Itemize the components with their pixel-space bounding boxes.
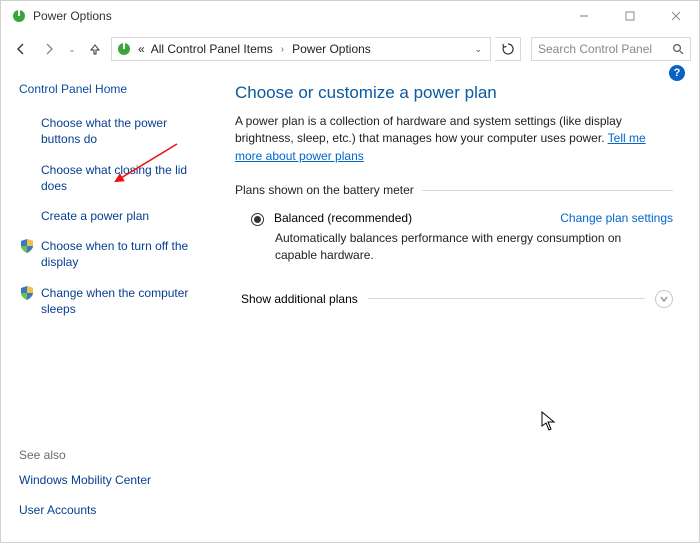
window-title: Power Options	[33, 9, 112, 23]
see-also-user-accounts[interactable]: User Accounts	[19, 502, 96, 518]
page-title: Choose or customize a power plan	[235, 83, 673, 103]
maximize-button[interactable]	[607, 1, 653, 31]
chevron-right-icon: ›	[279, 44, 286, 55]
sidebar-item-closing-lid[interactable]: Choose what closing the lid does	[41, 162, 209, 194]
minimize-button[interactable]	[561, 1, 607, 31]
search-placeholder: Search Control Panel	[538, 42, 652, 56]
breadcrumb-item[interactable]: All Control Panel Items	[151, 42, 273, 56]
power-icon	[116, 41, 132, 57]
address-toolbar: ⌄ « All Control Panel Items › Power Opti…	[1, 31, 699, 67]
page-description: A power plan is a collection of hardware…	[235, 113, 673, 165]
sidebar-item-power-buttons[interactable]: Choose what the power buttons do	[41, 115, 209, 147]
search-input[interactable]: Search Control Panel	[531, 37, 691, 61]
shield-icon	[19, 285, 35, 317]
change-plan-settings-link[interactable]: Change plan settings	[560, 211, 673, 225]
address-dropdown[interactable]: ⌄	[470, 44, 486, 55]
description-text: A power plan is a collection of hardware…	[235, 114, 622, 145]
sidebar-item-turn-off-display[interactable]: Choose when to turn off the display	[41, 238, 209, 270]
see-also-header: See also	[19, 448, 209, 462]
balanced-plan-description: Automatically balances performance with …	[275, 230, 635, 264]
forward-button[interactable]	[37, 37, 61, 61]
control-panel-home-link[interactable]: Control Panel Home	[19, 81, 209, 97]
balanced-plan-label: Balanced (recommended)	[274, 211, 412, 225]
divider	[422, 190, 673, 191]
back-button[interactable]	[9, 37, 33, 61]
refresh-button[interactable]	[495, 37, 521, 61]
main-content: ? Choose or customize a power plan A pow…	[219, 67, 699, 542]
help-icon[interactable]: ?	[669, 65, 685, 81]
recent-dropdown[interactable]: ⌄	[65, 45, 79, 54]
show-additional-plans-label: Show additional plans	[241, 292, 358, 306]
divider	[368, 298, 645, 299]
balanced-plan-radio[interactable]	[251, 213, 264, 226]
see-also-mobility-center[interactable]: Windows Mobility Center	[19, 472, 151, 488]
breadcrumb-item[interactable]: Power Options	[292, 42, 371, 56]
address-bar[interactable]: « All Control Panel Items › Power Option…	[111, 37, 491, 61]
window-titlebar: Power Options	[1, 1, 699, 31]
sidebar-item-computer-sleeps[interactable]: Change when the computer sleeps	[41, 285, 209, 317]
sidebar-item-create-plan[interactable]: Create a power plan	[41, 208, 149, 224]
plans-section-header: Plans shown on the battery meter	[235, 183, 673, 197]
expand-plans-button[interactable]	[655, 290, 673, 308]
breadcrumb-prefix: «	[138, 42, 145, 56]
sidebar: Control Panel Home Choose what the power…	[1, 67, 219, 542]
power-options-icon	[11, 8, 27, 24]
close-button[interactable]	[653, 1, 699, 31]
search-icon	[672, 43, 684, 55]
up-button[interactable]	[83, 37, 107, 61]
plans-header-text: Plans shown on the battery meter	[235, 183, 414, 197]
shield-icon	[19, 238, 35, 270]
